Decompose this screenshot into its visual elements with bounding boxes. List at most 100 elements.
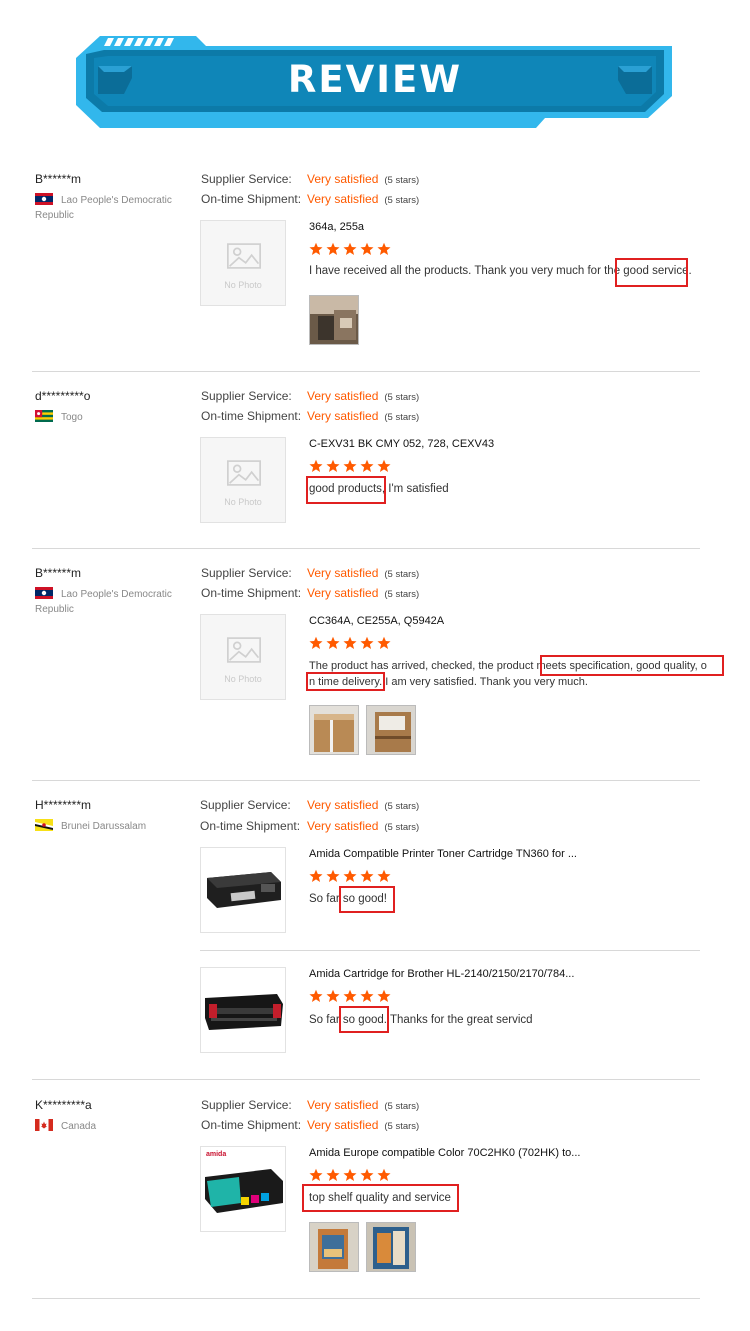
ontime-shipment-label: On-time Shipment: bbox=[201, 192, 302, 206]
star-icon bbox=[309, 242, 323, 256]
laos-flag-icon bbox=[35, 587, 53, 599]
no-photo-icon bbox=[227, 460, 261, 486]
brand-logo: amida bbox=[206, 1151, 227, 1158]
star-icon bbox=[377, 1168, 391, 1182]
product-name[interactable]: Amida Compatible Printer Toner Cartridge… bbox=[309, 848, 577, 860]
star-icon bbox=[360, 636, 374, 650]
product-name[interactable]: CC364A, CE255A, Q5942A bbox=[309, 615, 444, 627]
product-name[interactable]: Amida Europe compatible Color 70C2HK0 (7… bbox=[309, 1147, 580, 1159]
ontime-shipment-label: On-time Shipment: bbox=[201, 586, 302, 600]
star-rating bbox=[309, 242, 391, 258]
star-icon bbox=[309, 459, 323, 473]
product-thumbnail[interactable] bbox=[200, 967, 286, 1053]
canada-flag-icon bbox=[35, 1119, 53, 1131]
star-icon bbox=[309, 1168, 323, 1182]
review-divider bbox=[32, 780, 700, 781]
product-name[interactable]: 364a, 255a bbox=[309, 221, 364, 233]
banner-title: REVIEW bbox=[287, 58, 463, 101]
star-icon bbox=[377, 242, 391, 256]
star-icon bbox=[326, 242, 340, 256]
color-toner-image bbox=[205, 1169, 283, 1213]
supplier-service-label: Supplier Service: bbox=[201, 1098, 292, 1112]
country-name: Brunei Darussalam bbox=[61, 821, 147, 832]
star-icon bbox=[377, 459, 391, 473]
star-rating bbox=[309, 459, 391, 475]
review-photo[interactable] bbox=[309, 705, 359, 755]
reviewer-country: Lao People's Democratic Republic bbox=[35, 193, 185, 223]
highlight-box bbox=[339, 1006, 389, 1033]
star-icon bbox=[377, 869, 391, 883]
star-icon bbox=[360, 1168, 374, 1182]
highlight-box bbox=[306, 476, 386, 504]
supplier-service-label: Supplier Service: bbox=[201, 389, 292, 403]
highlight-box bbox=[306, 672, 385, 691]
product-thumbnail[interactable] bbox=[200, 847, 286, 933]
drum-unit-image bbox=[205, 994, 283, 1030]
review-photo[interactable] bbox=[366, 705, 416, 755]
ontime-shipment-value: Very satisfied (5 stars) bbox=[307, 1118, 420, 1132]
reviewer-name: B******m bbox=[35, 172, 82, 186]
country-name: Canada bbox=[61, 1121, 97, 1132]
supplier-service-label: Supplier Service: bbox=[201, 172, 292, 186]
review-divider bbox=[32, 548, 700, 549]
star-icon bbox=[326, 459, 340, 473]
ontime-shipment-value: Very satisfied (5 stars) bbox=[307, 586, 420, 600]
star-icon bbox=[309, 989, 323, 1003]
star-icon bbox=[360, 459, 374, 473]
item-divider bbox=[200, 950, 700, 951]
reviewer-name: K*********a bbox=[35, 1098, 92, 1112]
star-icon bbox=[326, 1168, 340, 1182]
supplier-service-value: Very satisfied (5 stars) bbox=[307, 798, 420, 812]
star-icon bbox=[309, 869, 323, 883]
star-icon bbox=[343, 242, 357, 256]
supplier-service-value: Very satisfied (5 stars) bbox=[307, 1098, 420, 1112]
reviewer-country: Togo bbox=[35, 410, 185, 425]
highlight-box bbox=[540, 655, 724, 676]
star-icon bbox=[309, 636, 323, 650]
no-photo-thumbnail: No Photo bbox=[200, 437, 286, 523]
no-photo-icon bbox=[227, 243, 261, 269]
star-icon bbox=[326, 989, 340, 1003]
toner-cartridge-image bbox=[207, 872, 281, 908]
review-divider bbox=[32, 1298, 700, 1299]
product-name[interactable]: Amida Cartridge for Brother HL-2140/2150… bbox=[309, 968, 574, 980]
reviewer-country: Brunei Darussalam bbox=[35, 819, 185, 834]
country-name: Lao People's Democratic Republic bbox=[35, 589, 172, 615]
country-name: Lao People's Democratic Republic bbox=[35, 195, 172, 221]
reviewer-country: Canada bbox=[35, 1119, 185, 1134]
star-icon bbox=[343, 869, 357, 883]
highlight-box bbox=[339, 886, 395, 913]
supplier-service-label: Supplier Service: bbox=[200, 798, 291, 812]
star-rating bbox=[309, 636, 391, 652]
reviewer-country: Lao People's Democratic Republic bbox=[35, 587, 185, 617]
star-icon bbox=[360, 242, 374, 256]
star-icon bbox=[360, 869, 374, 883]
ontime-shipment-label: On-time Shipment: bbox=[201, 409, 302, 423]
supplier-service-value: Very satisfied (5 stars) bbox=[307, 172, 420, 186]
star-icon bbox=[360, 989, 374, 1003]
product-thumbnail[interactable]: amida bbox=[200, 1146, 286, 1232]
supplier-service-label: Supplier Service: bbox=[201, 566, 292, 580]
review-divider bbox=[32, 371, 700, 372]
supplier-service-value: Very satisfied (5 stars) bbox=[307, 566, 420, 580]
star-icon bbox=[326, 869, 340, 883]
product-name[interactable]: C-EXV31 BK CMY 052, 728, CEXV43 bbox=[309, 438, 494, 450]
star-icon bbox=[326, 636, 340, 650]
ontime-shipment-label: On-time Shipment: bbox=[200, 819, 301, 833]
star-icon bbox=[377, 636, 391, 650]
star-icon bbox=[377, 989, 391, 1003]
ontime-shipment-value: Very satisfied (5 stars) bbox=[307, 409, 420, 423]
review-photo[interactable] bbox=[366, 1222, 416, 1272]
star-rating bbox=[309, 989, 391, 1005]
ontime-shipment-label: On-time Shipment: bbox=[201, 1118, 302, 1132]
star-icon bbox=[343, 459, 357, 473]
review-photo[interactable] bbox=[309, 295, 359, 345]
star-rating bbox=[309, 869, 391, 885]
review-photo[interactable] bbox=[309, 1222, 359, 1272]
star-rating bbox=[309, 1168, 391, 1184]
star-icon bbox=[343, 636, 357, 650]
no-photo-thumbnail: No Photo bbox=[200, 614, 286, 700]
laos-flag-icon bbox=[35, 193, 53, 205]
country-name: Togo bbox=[61, 412, 83, 423]
brunei-flag-icon bbox=[35, 819, 53, 831]
